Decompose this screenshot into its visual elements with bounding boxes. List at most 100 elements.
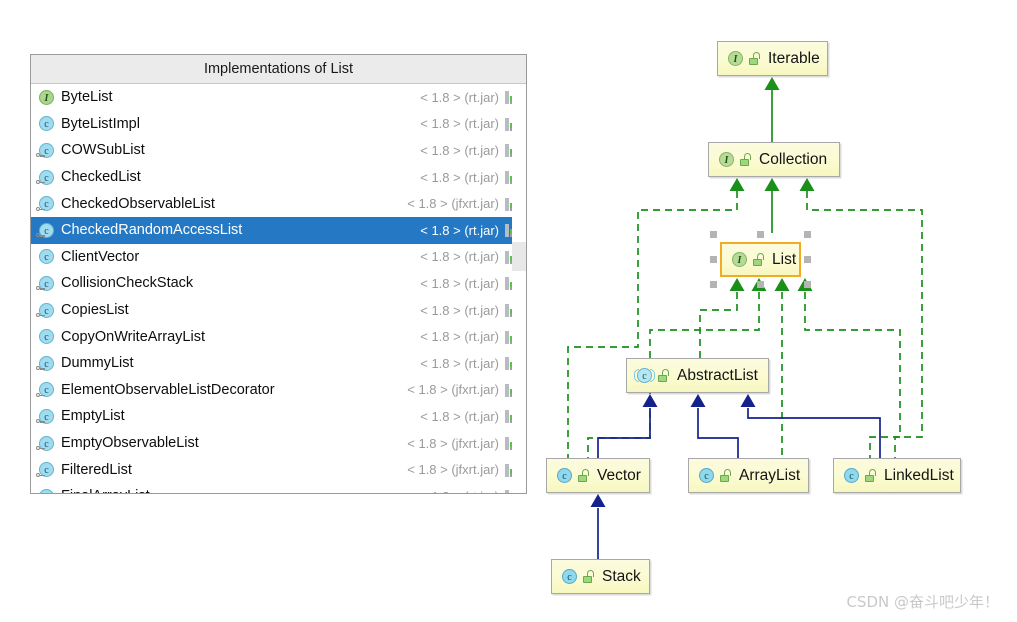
list-item[interactable]: cEmptyList< 1.8 > (rt.jar)	[31, 403, 526, 430]
public-unlocked-icon	[748, 51, 761, 66]
diagram-node-label: AbstractList	[677, 367, 758, 385]
diagram-node-label: List	[772, 251, 796, 269]
diagram-node-label: Collection	[759, 151, 827, 169]
diagram-node-label: Iterable	[768, 50, 820, 68]
selection-handle[interactable]	[804, 281, 811, 288]
diagram-node-label: ArrayList	[739, 467, 800, 485]
class-icon: c	[560, 567, 579, 586]
list-item-version-jar: < 1.8 > (rt.jar)	[420, 170, 505, 185]
class-icon: c	[38, 435, 55, 452]
class-icon: c	[38, 328, 55, 345]
list-item[interactable]: c ByteListImpl < 1.8 > (rt.jar)	[31, 111, 526, 138]
public-unlocked-icon	[657, 368, 670, 383]
public-unlocked-icon	[864, 468, 877, 483]
list-item-version-jar: < 1.8 > (jfxrt.jar)	[407, 196, 505, 211]
diagram-node-abstractlist[interactable]: c AbstractList	[626, 358, 769, 393]
list-scrollbar-thumb[interactable]	[512, 242, 526, 271]
list-item-name: CheckedRandomAccessList	[61, 222, 242, 238]
arrowhead-vector-abstractlist	[643, 394, 658, 407]
diagram-node-collection[interactable]: I Collection	[708, 142, 840, 177]
list-item-version-jar: < 1.8 > (rt.jar)	[420, 116, 505, 131]
class-icon: c	[555, 466, 574, 485]
selection-handle[interactable]	[757, 281, 764, 288]
selection-handle[interactable]	[710, 256, 717, 263]
class-icon: c	[38, 381, 55, 398]
diagram-node-iterable[interactable]: I Iterable	[717, 41, 828, 76]
list-item[interactable]: cCopyOnWriteArrayList< 1.8 > (rt.jar)	[31, 323, 526, 350]
list-item[interactable]: c CollisionCheckStack < 1.8 > (rt.jar)	[31, 270, 526, 297]
list-item-name: CollisionCheckStack	[61, 275, 193, 291]
diagram-node-list[interactable]: I List	[720, 242, 801, 277]
class-icon: c	[38, 195, 55, 212]
list-item[interactable]: cEmptyObservableList< 1.8 > (jfxrt.jar)	[31, 430, 526, 457]
public-unlocked-icon	[582, 569, 595, 584]
list-item-version-jar: < 1.8 > (rt.jar)	[420, 249, 505, 264]
list-item[interactable]: cDummyList< 1.8 > (rt.jar)	[31, 350, 526, 377]
list-item[interactable]: cClientVector< 1.8 > (rt.jar)	[31, 244, 526, 271]
arrowhead-vector-collection	[730, 178, 745, 191]
list-item-name: FilteredList	[61, 462, 132, 478]
class-icon: c	[38, 275, 55, 292]
list-item[interactable]: cCheckedObservableList< 1.8 > (jfxrt.jar…	[31, 190, 526, 217]
abstract-class-icon: c	[635, 366, 654, 385]
list-item[interactable]: c CheckedRandomAccessList < 1.8 > (rt.jar)	[31, 217, 526, 244]
diagram-node-linkedlist[interactable]: cLinkedList	[833, 458, 961, 493]
list-item[interactable]: cCOWSubList< 1.8 > (rt.jar)	[31, 137, 526, 164]
class-icon: c	[38, 408, 55, 425]
list-item-name: ByteListImpl	[61, 116, 140, 132]
interface-icon: I	[730, 250, 749, 269]
list-item[interactable]: I ByteList < 1.8 > (rt.jar)	[31, 84, 526, 111]
arrowhead-abstractlist-list	[730, 278, 745, 291]
list-item-name: CopiesList	[61, 302, 129, 318]
list-item-name: DummyList	[61, 355, 134, 371]
selection-handle[interactable]	[804, 256, 811, 263]
edge-vector-abstractlist	[598, 408, 650, 458]
package-private-marker-icon	[36, 365, 45, 373]
list-item[interactable]: cElementObservableListDecorator< 1.8 > (…	[31, 377, 526, 404]
package-private-marker-icon	[36, 391, 45, 399]
arrowhead-stack-vector	[591, 494, 606, 507]
selection-handle[interactable]	[757, 231, 764, 238]
list-item-version-jar: < 1.8 > (rt.jar)	[420, 276, 505, 291]
list-item-version-jar: < 1.8 > (rt.jar)	[420, 90, 505, 105]
arrowhead-linkedlist-collection	[800, 178, 815, 191]
class-icon: c	[38, 222, 55, 239]
list-item-version-jar: < 1.8 > (rt.jar)	[420, 223, 505, 238]
list-item-name: ByteList	[61, 89, 113, 105]
list-item[interactable]: cCheckedList< 1.8 > (rt.jar)	[31, 164, 526, 191]
arrowhead-linkedlist-abstractlist	[741, 394, 756, 407]
class-icon: c	[38, 302, 55, 319]
interface-icon: I	[726, 49, 745, 68]
class-hierarchy-diagram[interactable]: I Iterable I Collection I List c AbstractList cV…	[530, 0, 1017, 622]
diagram-edges	[530, 0, 1017, 622]
package-private-marker-icon	[36, 471, 45, 479]
list-item[interactable]: cCopiesList< 1.8 > (rt.jar)	[31, 297, 526, 324]
interface-icon: I	[717, 150, 736, 169]
implementations-list-panel[interactable]: Implementations of List I ByteList < 1.8 >…	[30, 54, 527, 494]
list-item[interactable]: cFilteredList< 1.8 > (jfxrt.jar)	[31, 456, 526, 483]
diagram-node-vector[interactable]: cVector	[546, 458, 650, 493]
public-unlocked-icon	[577, 468, 590, 483]
diagram-node-label: LinkedList	[884, 467, 954, 485]
list-rows-container: I ByteList < 1.8 > (rt.jar) c ByteListImpl < …	[31, 84, 526, 494]
public-unlocked-icon	[719, 468, 732, 483]
selection-handle[interactable]	[710, 281, 717, 288]
list-panel-title: Implementations of List	[31, 55, 526, 84]
list-item-name: ClientVector	[61, 249, 139, 265]
class-icon: c	[38, 115, 55, 132]
package-private-marker-icon	[36, 312, 45, 320]
list-item-name: CheckedList	[61, 169, 141, 185]
package-private-marker-icon	[36, 285, 45, 293]
selection-handle[interactable]	[710, 231, 717, 238]
list-item[interactable]: cFinalArrayList< 1.8 > (rt.jar)	[31, 483, 526, 494]
list-item-name: EmptyList	[61, 408, 125, 424]
diagram-node-stack[interactable]: cStack	[551, 559, 650, 594]
list-scrollbar-track[interactable]	[512, 84, 526, 493]
class-icon: c	[38, 142, 55, 159]
interface-icon: I	[38, 89, 55, 106]
diagram-node-arraylist[interactable]: cArrayList	[688, 458, 809, 493]
selection-handle[interactable]	[804, 231, 811, 238]
public-unlocked-icon	[739, 152, 752, 167]
package-private-marker-icon	[36, 179, 45, 187]
class-icon: c	[38, 488, 55, 494]
